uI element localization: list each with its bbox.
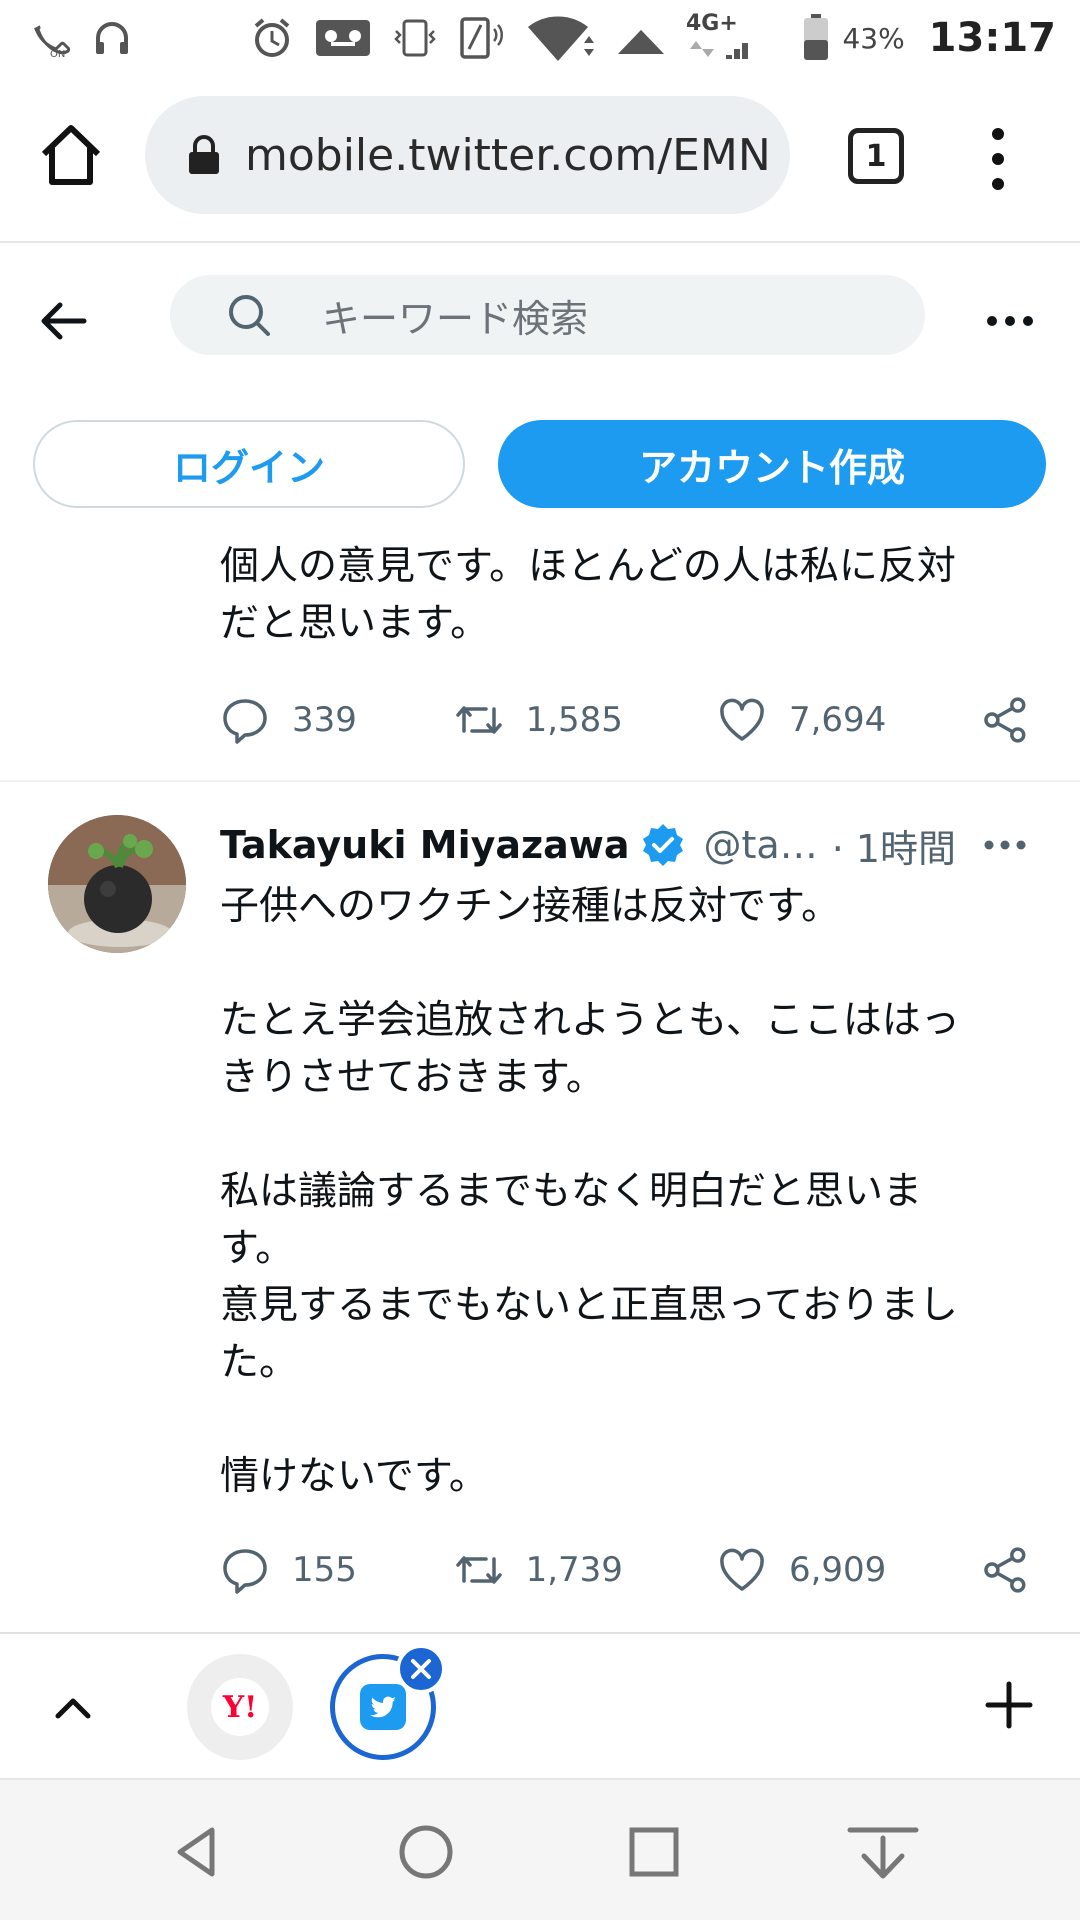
tweet-divider: [0, 780, 1080, 782]
close-tab-button[interactable]: [396, 1644, 446, 1694]
yahoo-logo-icon: Y!: [211, 1678, 269, 1736]
home-icon[interactable]: [36, 120, 106, 190]
retweet-count: 1,739: [525, 1550, 623, 1590]
signal-icon: [618, 30, 664, 54]
alarm-icon: [254, 18, 290, 57]
retweet-button[interactable]: 1,585: [454, 695, 717, 745]
share-icon[interactable]: [980, 695, 1030, 745]
network-type: 4G+: [686, 11, 738, 36]
back-arrow-icon[interactable]: [36, 293, 92, 349]
more-options-icon[interactable]: [980, 301, 1040, 341]
reply-count: 155: [292, 1550, 357, 1590]
search-icon: [229, 295, 270, 336]
search-input[interactable]: キーワード検索: [170, 275, 925, 355]
share-icon[interactable]: [980, 1545, 1030, 1595]
tweet-text: 個人の意見です。ほとんどの人は私に反対 だと思います。: [220, 544, 956, 646]
twitter-header: キーワード検索 ログイン アカウント作成: [0, 245, 1080, 535]
status-bar: ON 4G+ 43% 13:17: [0, 0, 1080, 78]
browser-toolbar: mobile.twitter.com/EMN 1: [0, 78, 1080, 243]
tweet-time[interactable]: · 1時間: [832, 818, 956, 873]
twitter-logo-icon: [360, 1684, 406, 1730]
avatar[interactable]: [48, 815, 186, 953]
reply-icon: [223, 1549, 267, 1594]
tweet-more-icon[interactable]: [980, 827, 1030, 863]
battery-percent: 43%: [842, 21, 905, 55]
browser-tab-bar: Y!: [0, 1632, 1080, 1777]
reply-button[interactable]: 155: [220, 1545, 454, 1595]
login-button[interactable]: ログイン: [33, 420, 465, 508]
like-button[interactable]: 6,909: [717, 1545, 980, 1595]
clock: 13:17: [928, 15, 1056, 61]
reply-count: 339: [292, 700, 357, 740]
system-navigation-bar: [0, 1778, 1080, 1920]
headphones-icon: [96, 22, 128, 54]
svg-text:ON: ON: [50, 49, 65, 59]
voicemail-icon: [316, 20, 370, 56]
tweet-actions: 155 1,739 6,909: [220, 1540, 1030, 1600]
home-circle-icon[interactable]: [394, 1820, 458, 1884]
tab-switcher-button[interactable]: 1: [848, 128, 904, 184]
heart-icon: [720, 698, 764, 741]
retweet-icon: [455, 1556, 502, 1584]
reply-icon: [223, 699, 267, 744]
signup-button[interactable]: アカウント作成: [498, 420, 1046, 508]
close-icon: [411, 1659, 431, 1679]
tweet-text: 子供へのワクチン接種は反対です。 たとえ学会追放されようとも、ここははっ きりさ…: [220, 884, 960, 1499]
tab-yahoo[interactable]: Y!: [187, 1654, 293, 1760]
tweet-header: Takayuki Miyazawa @ta… · 1時間: [220, 815, 1040, 875]
chevron-up-icon[interactable]: [48, 1682, 98, 1732]
tab-count: 1: [865, 138, 887, 174]
address-bar[interactable]: mobile.twitter.com/EMN: [145, 96, 790, 214]
verified-badge-icon: [642, 824, 683, 866]
author-handle[interactable]: @ta…: [704, 823, 818, 867]
retweet-button[interactable]: 1,739: [454, 1545, 717, 1595]
heart-icon: [720, 1548, 764, 1591]
tweet-actions: 339 1,585 7,694: [220, 690, 1030, 750]
nfc-icon: [460, 17, 503, 59]
wifi-icon: [528, 16, 594, 62]
author-name[interactable]: Takayuki Miyazawa: [220, 823, 630, 867]
vibrate-icon: [394, 19, 436, 57]
search-placeholder: キーワード検索: [322, 296, 589, 341]
recents-square-icon[interactable]: [622, 1820, 686, 1884]
back-triangle-icon[interactable]: [166, 1820, 230, 1884]
call-volte-icon: ON: [34, 25, 70, 59]
battery-icon: [804, 14, 829, 60]
notification-pull-down-icon[interactable]: [846, 1820, 920, 1884]
lock-icon: [189, 135, 219, 174]
url-text[interactable]: mobile.twitter.com/EMN: [245, 130, 771, 181]
retweet-count: 1,585: [525, 700, 623, 740]
reply-button[interactable]: 339: [220, 695, 454, 745]
new-tab-plus-icon[interactable]: [982, 1678, 1036, 1732]
overflow-menu-icon[interactable]: [978, 124, 1018, 194]
network-indicator: 4G+: [686, 13, 756, 63]
like-count: 6,909: [788, 1550, 887, 1590]
like-count: 7,694: [788, 700, 887, 740]
retweet-icon: [455, 706, 502, 734]
like-button[interactable]: 7,694: [717, 695, 980, 745]
